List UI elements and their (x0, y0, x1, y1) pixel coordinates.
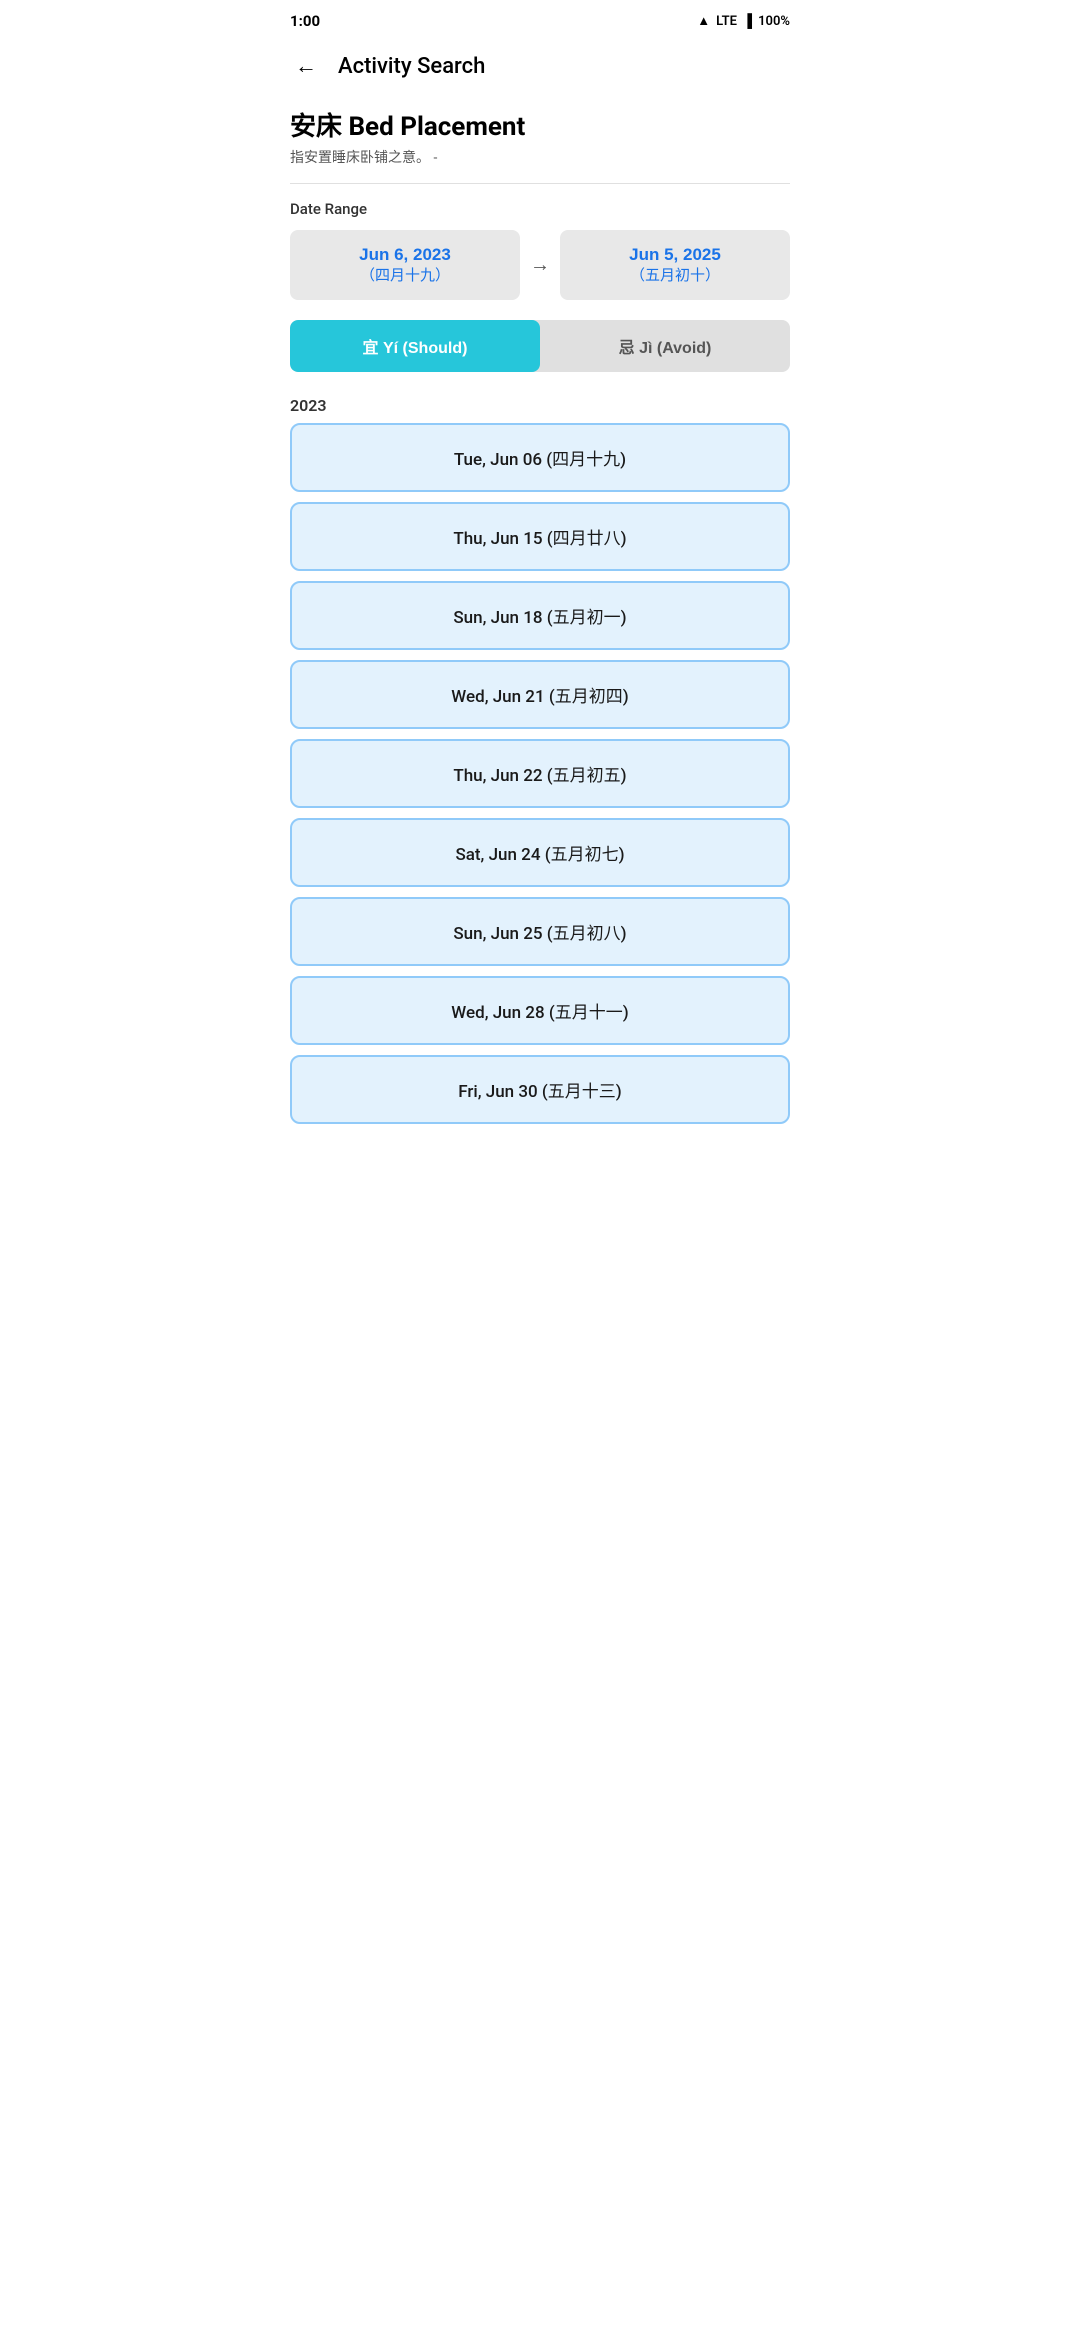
date-range-label: Date Range (290, 200, 790, 218)
page-title: Activity Search (338, 54, 485, 79)
date-list-item[interactable]: Fri, Jun 30 (五月十三) (290, 1055, 790, 1124)
toggle-should-button[interactable]: 宜 Yí (Should) (290, 320, 540, 372)
date-list-item[interactable]: Thu, Jun 22 (五月初五) (290, 739, 790, 808)
date-range-row: Jun 6, 2023 （四月十九） → Jun 5, 2025 （五月初十） (290, 230, 790, 300)
end-date-sub: （五月初十） (570, 266, 780, 286)
start-date-main: Jun 6, 2023 (300, 244, 510, 266)
end-date-button[interactable]: Jun 5, 2025 （五月初十） (560, 230, 790, 300)
lte-label: LTE (716, 14, 737, 29)
back-arrow-icon: ← (295, 53, 317, 79)
date-list-item[interactable]: Thu, Jun 15 (四月廿八) (290, 502, 790, 571)
activity-name: 安床 Bed Placement (290, 106, 790, 143)
top-nav: ← Activity Search (270, 38, 810, 98)
end-date-main: Jun 5, 2025 (570, 244, 780, 266)
status-time: 1:00 (290, 12, 320, 30)
toggle-container: 宜 Yí (Should) 忌 Jì (Avoid) (290, 320, 790, 372)
battery-label: 100% (758, 14, 790, 29)
date-range-section: Date Range Jun 6, 2023 （四月十九） → Jun 5, 2… (270, 184, 810, 316)
year-label: 2023 (270, 388, 810, 423)
date-list: Tue, Jun 06 (四月十九) Thu, Jun 15 (四月廿八) Sun,… (270, 423, 810, 1154)
wifi-icon: ▲ (697, 13, 710, 29)
date-range-arrow-icon: → (530, 252, 550, 277)
date-list-item[interactable]: Sun, Jun 25 (五月初八) (290, 897, 790, 966)
date-list-item[interactable]: Tue, Jun 06 (四月十九) (290, 423, 790, 492)
activity-header: 安床 Bed Placement 指安置睡床卧铺之意。 - (270, 98, 810, 183)
signal-icon: ▐ (743, 13, 752, 29)
back-button[interactable]: ← (286, 46, 326, 86)
toggle-section: 宜 Yí (Should) 忌 Jì (Avoid) (270, 316, 810, 388)
toggle-avoid-button[interactable]: 忌 Jì (Avoid) (540, 320, 790, 372)
start-date-sub: （四月十九） (300, 266, 510, 286)
date-list-item[interactable]: Sat, Jun 24 (五月初七) (290, 818, 790, 887)
start-date-button[interactable]: Jun 6, 2023 （四月十九） (290, 230, 520, 300)
date-list-item[interactable]: Sun, Jun 18 (五月初一) (290, 581, 790, 650)
status-bar: 1:00 ▲ LTE ▐ 100% (270, 0, 810, 38)
date-list-item[interactable]: Wed, Jun 28 (五月十一) (290, 976, 790, 1045)
activity-description: 指安置睡床卧铺之意。 - (290, 147, 790, 167)
status-icons: ▲ LTE ▐ 100% (697, 13, 790, 29)
date-list-item[interactable]: Wed, Jun 21 (五月初四) (290, 660, 790, 729)
